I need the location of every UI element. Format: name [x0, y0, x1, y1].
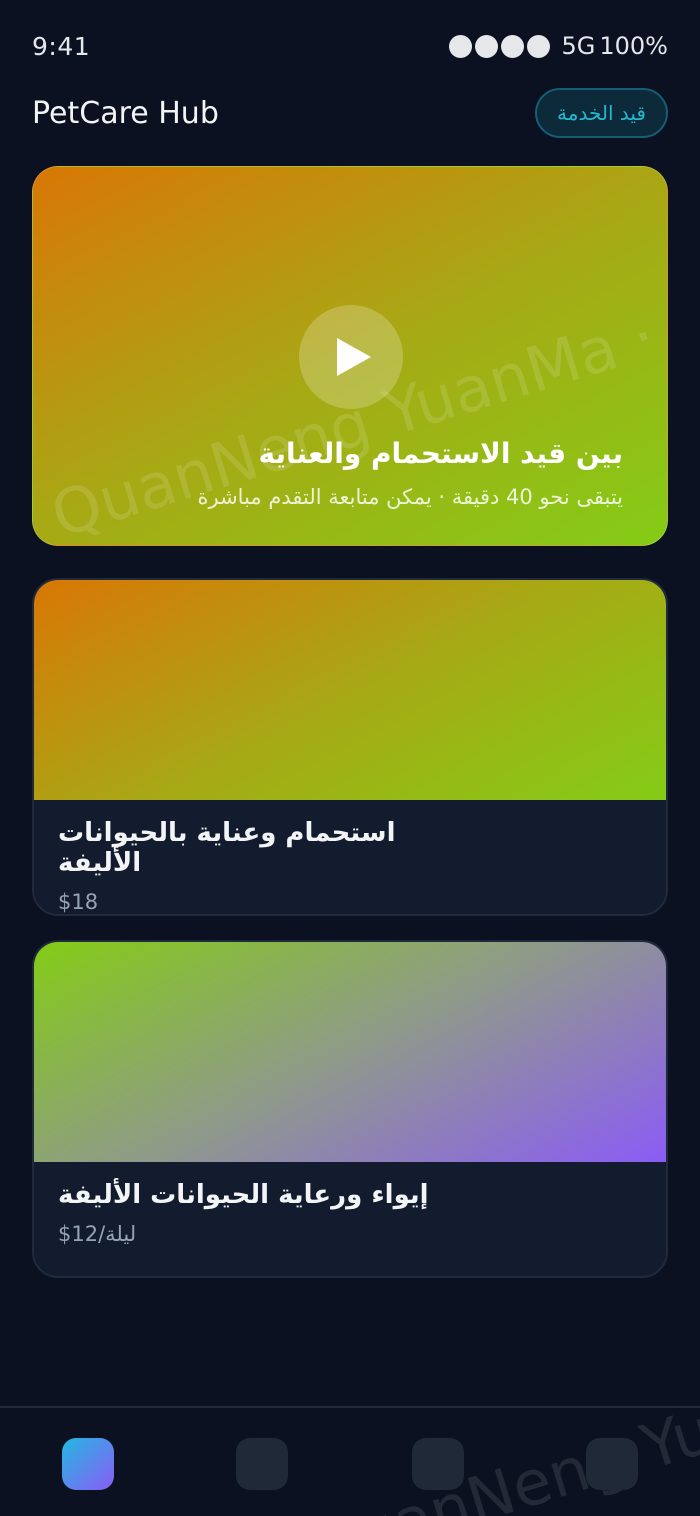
card-price: $18: [58, 890, 99, 914]
battery-label: 100%: [599, 32, 668, 60]
signal-strength-icon: [448, 34, 550, 58]
nav-home-button[interactable]: [62, 1438, 114, 1490]
nav-orders-button[interactable]: [236, 1438, 288, 1490]
play-button[interactable]: [299, 305, 403, 409]
network-label: 5G: [561, 32, 596, 60]
nav-messages-button[interactable]: [412, 1438, 464, 1490]
hero-subtitle: يتبقى نحو 40 دقيقة · يمكن متابعة التقدم …: [197, 485, 624, 509]
card-price: $12/ليلة: [58, 1222, 137, 1246]
nav-profile-button[interactable]: [586, 1438, 638, 1490]
bottom-nav: QuanNeng YuanMa: [0, 1406, 700, 1516]
status-indicators: 5G 100%: [448, 32, 668, 60]
card-title: استحمام وعناية بالحيوانات الأليفة: [58, 818, 396, 878]
status-bar: 9:41 5G 100%: [32, 28, 668, 64]
signal-dot: [474, 34, 498, 58]
signal-dot: [526, 34, 550, 58]
signal-dot: [448, 34, 472, 58]
service-progress-card[interactable]: QuanNeng YuanMa · in بين قيد الاستحمام و…: [32, 166, 668, 546]
service-card-boarding[interactable]: إيواء ورعاية الحيوانات الأليفة $12/ليلة: [32, 940, 668, 1278]
header: PetCare Hub قيد الخدمة: [32, 88, 668, 138]
card-body: إيواء ورعاية الحيوانات الأليفة $12/ليلة: [58, 1162, 458, 1246]
service-status-pill[interactable]: قيد الخدمة: [535, 88, 668, 138]
watermark: QuanNeng YuanMa: [300, 1408, 700, 1516]
app-title: PetCare Hub: [32, 95, 219, 131]
play-icon: [337, 338, 371, 376]
service-image: [34, 942, 666, 1162]
card-title: إيواء ورعاية الحيوانات الأليفة: [58, 1180, 429, 1210]
card-body: استحمام وعناية بالحيوانات الأليفة $18: [58, 800, 458, 914]
hero-title: بين قيد الاستحمام والعناية: [258, 437, 623, 470]
status-time: 9:41: [32, 31, 91, 61]
service-card-bathing[interactable]: استحمام وعناية بالحيوانات الأليفة $18: [32, 578, 668, 916]
service-image: [34, 580, 666, 800]
screen: 9:41 5G 100% PetCare Hub قيد الخدمة Quan…: [0, 0, 700, 1516]
signal-dot: [500, 34, 524, 58]
